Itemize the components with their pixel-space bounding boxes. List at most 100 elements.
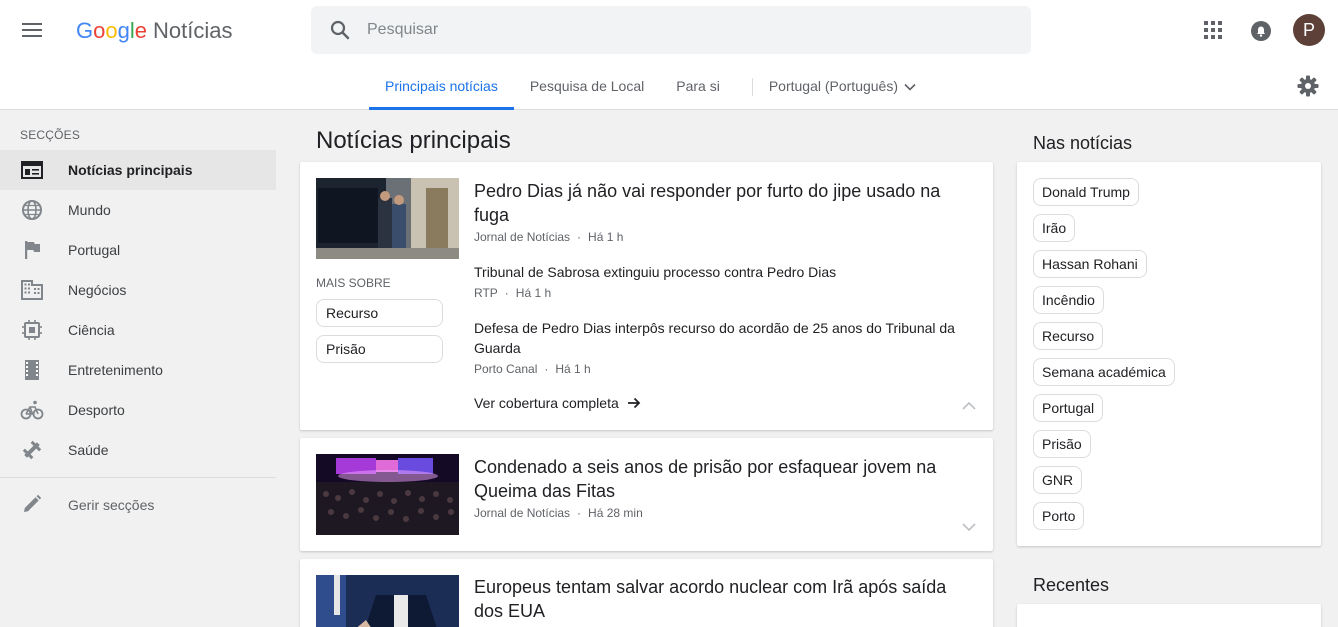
sidebar-item-health[interactable]: Saúde [0,430,276,470]
sections-nav: Notícias principais Mundo Portugal Negóc… [0,150,276,470]
apps-grid-icon[interactable] [1203,20,1223,40]
sidebar-item-label: Negócios [68,282,127,298]
tab-top-stories[interactable]: Principais notícias [369,66,514,110]
logo-letter: G [76,18,94,43]
logo-letter: e [134,18,148,43]
more-about-label: MAIS SOBRE [316,276,391,290]
related-source[interactable]: Porto Canal [474,362,537,376]
meta-separator: · [544,362,549,376]
sidebar-item-label: Entretenimento [68,362,163,378]
topic-chip[interactable]: GNR [1033,466,1083,494]
story-card: Europeus tentam salvar acordo nuclear co… [300,559,993,627]
sidebar-item-entertainment[interactable]: Entretenimento [0,350,276,390]
account-avatar[interactable]: P [1293,14,1325,46]
recent-card [1017,604,1321,627]
sidebar-item-top-stories[interactable]: Notícias principais [0,150,276,190]
in-the-news-title: Nas notícias [1033,133,1133,153]
in-the-news-card: Donald Trump Irão Hassan Rohani Incêndio… [1017,162,1321,546]
sidebar-item-label: Desporto [68,402,125,418]
story-card: Condenado a seis anos de prisão por esfa… [300,438,993,551]
flag-icon [25,241,40,259]
tabs-divider [751,78,753,96]
sections-sidebar: SECÇÕES Notícias principais Mundo Portug… [0,110,276,627]
newspaper-icon [21,161,43,179]
chevron-down-icon [904,83,916,91]
related-meta: Porto Canal · Há 1 h [474,362,591,376]
story-source[interactable]: Jornal de Notícias [474,506,570,520]
search-box[interactable] [311,6,1031,54]
settings-gear-icon[interactable] [1296,74,1320,98]
tab-local[interactable]: Pesquisa de Local [514,66,660,110]
meta-separator: · [577,506,582,520]
chip-icon [22,320,42,340]
story-source[interactable]: Jornal de Notícias [474,230,570,244]
related-headline[interactable]: Tribunal de Sabrosa extinguiu processo c… [474,262,964,282]
topic-chip[interactable]: Irão [1033,214,1076,242]
meta-separator: · [577,230,582,244]
topic-chip[interactable]: Portugal [1033,394,1104,422]
story-meta: Jornal de Notícias · Há 1 h [474,230,623,244]
sidebar-item-business[interactable]: Negócios [0,270,276,310]
sidebar-item-label: Ciência [68,322,115,338]
pencil-icon [24,494,42,512]
search-input[interactable] [367,16,1007,44]
sidebar-item-label: Mundo [68,202,111,218]
story-thumbnail[interactable] [316,178,459,259]
topic-chip[interactable]: Incêndio [1033,286,1104,314]
page-title: Notícias principais [316,127,511,154]
related-time: Há 1 h [555,362,591,376]
recent-title: Recentes [1033,575,1110,595]
topic-chip[interactable]: Semana académica [1033,358,1175,386]
story-meta: Jornal de Notícias · Há 28 min [474,506,643,520]
story-headline[interactable]: Pedro Dias já não vai responder por furt… [474,179,964,227]
sidebar-title: SECÇÕES [20,128,81,142]
search-icon[interactable] [328,18,352,42]
main-menu-icon[interactable] [20,19,44,43]
sidebar-item-label: Portugal [68,242,121,258]
related-meta: RTP · Há 1 h [474,286,551,300]
story-time: Há 28 min [588,506,643,520]
logo-letter: g [117,18,130,43]
chevron-down-icon[interactable] [960,518,978,536]
bike-icon [20,400,44,420]
logo-letter: o [105,18,118,43]
sidebar-item-label: Saúde [68,442,109,458]
sidebar-item-sports[interactable]: Desporto [0,390,276,430]
sidebar-item-portugal[interactable]: Portugal [0,230,276,270]
topic-chip[interactable]: Recurso [1033,322,1104,350]
chevron-up-icon[interactable] [960,397,978,415]
google-news-logo[interactable]: Google Notícias [76,17,233,45]
story-headline[interactable]: Europeus tentam salvar acordo nuclear co… [474,575,964,623]
tab-for-you[interactable]: Para si [660,66,736,110]
film-icon [25,360,39,380]
story-headline[interactable]: Condenado a seis anos de prisão por esfa… [474,455,964,503]
story-time: Há 1 h [588,230,624,244]
full-coverage-link[interactable]: Ver cobertura completa [474,395,641,411]
region-label: Portugal (Português) [768,78,899,94]
topic-chip[interactable]: Hassan Rohani [1033,250,1147,278]
topic-chip[interactable]: Donald Trump [1033,178,1139,206]
arrow-right-icon [627,397,641,409]
sidebar-item-science[interactable]: Ciência [0,310,276,350]
full-coverage-label: Ver cobertura completa [474,395,619,411]
manage-sections-button[interactable]: Gerir secções [0,484,276,524]
notifications-icon[interactable] [1250,20,1272,42]
topic-chip-recurso[interactable]: Recurso [316,299,443,327]
dumbbell-icon [22,440,42,460]
related-headline[interactable]: Defesa de Pedro Dias interpôs recurso do… [474,318,964,358]
globe-icon [22,200,42,220]
story-thumbnail[interactable] [316,575,459,627]
top-tabs: Principais notícias Pesquisa de Local Pa… [369,66,918,110]
story-thumbnail[interactable] [316,454,459,535]
meta-separator: · [504,286,509,300]
region-selector[interactable]: Portugal (Português) [769,66,918,110]
related-source[interactable]: RTP [474,286,498,300]
topic-chip[interactable]: Prisão [1033,430,1091,458]
sidebar-divider [0,477,276,478]
top-header: GoogleNotícias P Principais notícias Pes… [0,0,1338,110]
logo-product-name: Notícias [153,18,233,43]
manage-sections-label: Gerir secções [68,497,155,513]
topic-chip[interactable]: Porto [1033,502,1085,530]
sidebar-item-world[interactable]: Mundo [0,190,276,230]
topic-chip-prisao[interactable]: Prisão [316,335,443,363]
